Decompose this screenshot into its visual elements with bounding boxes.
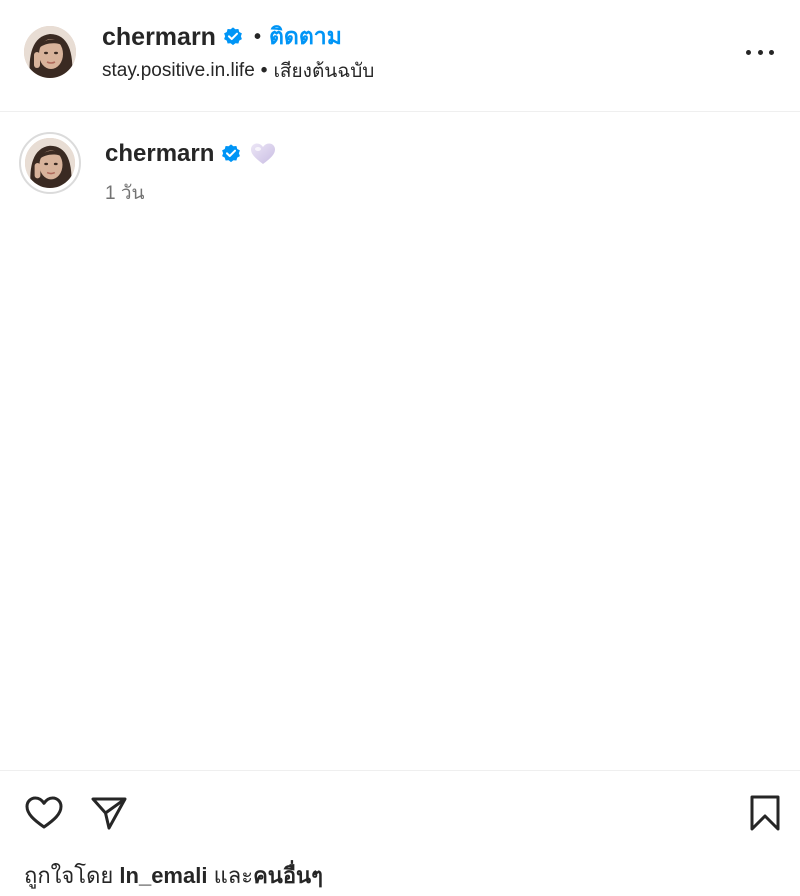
liked-by-and: และ — [213, 863, 254, 888]
separator-dot: • — [253, 25, 261, 48]
header-title-row: chermarn • ติดตาม — [102, 20, 342, 54]
verified-badge-icon — [220, 143, 242, 165]
more-dot — [757, 49, 763, 55]
caption-comment: chermarn 1 วัน — [0, 112, 800, 232]
liker-username[interactable]: ln_emali — [119, 863, 207, 888]
comment-avatar — [25, 138, 75, 188]
lilac-heart-emoji — [250, 142, 276, 166]
paper-plane-icon[interactable] — [89, 793, 129, 833]
original-audio-link[interactable]: เสียงต้นฉบับ — [273, 56, 374, 86]
header-username[interactable]: chermarn — [102, 23, 216, 52]
avatar-image — [25, 138, 75, 188]
more-dot — [746, 49, 751, 55]
comment-avatar-ring[interactable] — [19, 132, 81, 194]
verified-badge-icon — [222, 26, 244, 48]
post-header: chermarn • ติดตาม stay.positive.in.life … — [0, 0, 800, 112]
follow-button[interactable]: ติดตาม — [269, 19, 342, 55]
comment-timestamp: 1 วัน — [105, 183, 145, 204]
heart-icon[interactable] — [24, 793, 64, 833]
audio-source-link[interactable]: stay.positive.in.life — [102, 60, 255, 82]
bookmark-icon[interactable] — [745, 793, 785, 833]
profile-avatar[interactable] — [24, 26, 76, 78]
liked-by-summary: ถูกใจโดย ln_emali และคนอื่นๆ — [24, 858, 323, 893]
comment-username[interactable]: chermarn — [105, 140, 214, 168]
comment-title-row: chermarn — [105, 138, 276, 170]
more-dot — [769, 49, 774, 55]
action-bar — [0, 770, 800, 860]
more-options-icon[interactable] — [746, 38, 774, 66]
others-link[interactable]: คนอื่นๆ — [253, 863, 323, 888]
avatar-image — [24, 26, 76, 78]
separator-dot: • — [260, 60, 268, 81]
liked-by-prefix: ถูกใจโดย — [24, 863, 114, 888]
audio-row: stay.positive.in.life • เสียงต้นฉบับ — [102, 58, 374, 84]
